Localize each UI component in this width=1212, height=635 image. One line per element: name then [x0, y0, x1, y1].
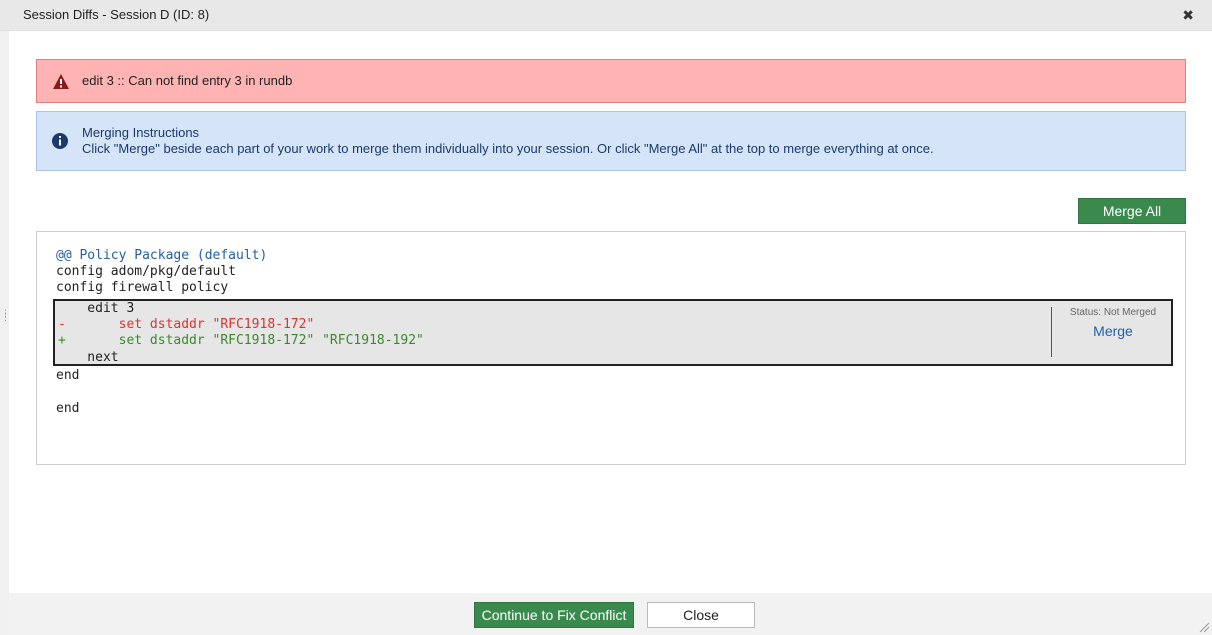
merge-link[interactable]: Merge	[1055, 323, 1171, 339]
diff-header: @@ Policy Package (default)	[56, 248, 268, 263]
merge-all-button[interactable]: Merge All	[1078, 198, 1186, 224]
removed-line: set dstaddr "RFC1918-172"	[56, 317, 315, 332]
diff-line: config adom/pkg/default	[56, 264, 237, 279]
added-line: set dstaddr "RFC1918-172" "RFC1918-192"	[56, 333, 424, 348]
warning-triangle-icon	[53, 74, 69, 89]
diff-context-line: next	[56, 350, 119, 365]
resize-handle-icon[interactable]	[1198, 621, 1210, 633]
info-circle-icon	[52, 133, 68, 149]
close-icon[interactable]: ✖	[1182, 7, 1194, 24]
continue-to-fix-conflict-button[interactable]: Continue to Fix Conflict	[474, 602, 634, 628]
diff-line: config firewall policy	[56, 280, 229, 295]
info-alert: Merging Instructions Click "Merge" besid…	[36, 111, 1186, 171]
hunk-separator	[1051, 307, 1052, 357]
grip-handle-icon[interactable]: ⋮ ⋮	[1, 309, 10, 322]
diff-hunk: edit 3 - set dstaddr "RFC1918-172" + set…	[53, 299, 1173, 366]
close-button[interactable]: Close	[647, 602, 755, 628]
session-diffs-dialog: Session Diffs - Session D (ID: 8) ✖ ⋮ ⋮ e…	[0, 0, 1212, 635]
dialog-footer: Continue to Fix Conflict Close	[9, 593, 1212, 635]
dialog-title: Session Diffs - Session D (ID: 8)	[23, 7, 210, 22]
diff-panel: @@ Policy Package (default) config adom/…	[36, 231, 1186, 465]
info-heading: Merging Instructions	[82, 125, 200, 140]
dialog-titlebar: Session Diffs - Session D (ID: 8) ✖	[0, 0, 1212, 31]
diff-context-line: edit 3	[56, 301, 135, 316]
left-resize-strip[interactable]: ⋮ ⋮	[0, 31, 10, 635]
merge-status: Status: Not Merged	[1069, 307, 1157, 318]
diff-line: end	[56, 368, 80, 383]
info-body: Click "Merge" beside each part of your w…	[82, 141, 934, 156]
error-alert: edit 3 :: Can not find entry 3 in rundb	[36, 59, 1186, 103]
error-message: edit 3 :: Can not find entry 3 in rundb	[82, 73, 293, 88]
diff-line: end	[56, 401, 80, 416]
